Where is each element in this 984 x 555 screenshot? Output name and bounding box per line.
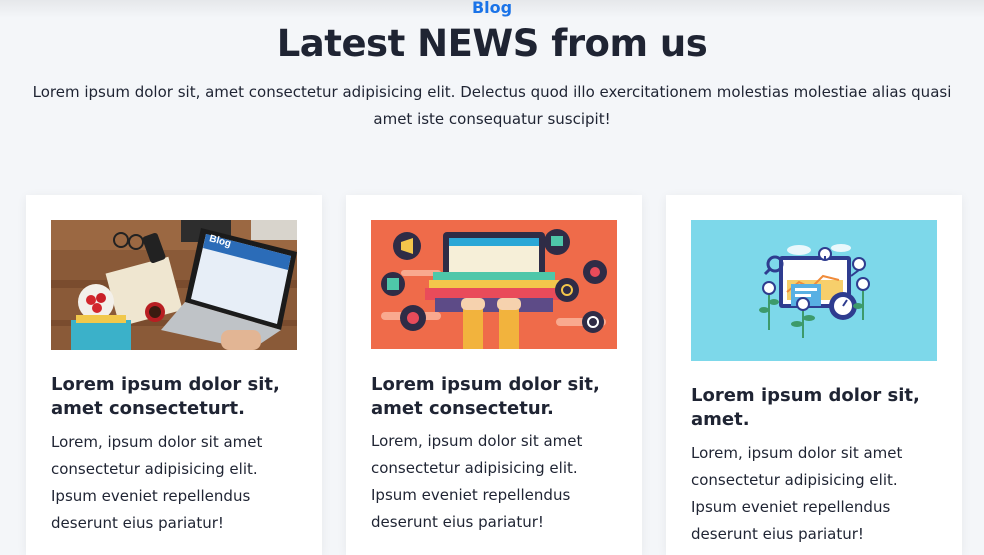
blog-card-1[interactable]: Blog Lorem ipsum dolor sit, amet consect… <box>26 195 322 555</box>
analytics-dashboard-illustration-icon <box>691 220 937 361</box>
section-eyebrow: Blog <box>471 0 513 17</box>
blog-card-3[interactable]: Lorem ipsum dolor sit, amet. Lorem, ipsu… <box>666 195 962 555</box>
blog-card-title-1[interactable]: Lorem ipsum dolor sit, amet consecteturt… <box>51 373 301 421</box>
section-description: Lorem ipsum dolor sit, amet consectetur … <box>32 83 952 128</box>
blog-card-excerpt-1: Lorem, ipsum dolor sit amet consectetur … <box>51 433 263 532</box>
blog-card-title-2[interactable]: Lorem ipsum dolor sit, amet consectetur. <box>371 373 621 421</box>
blog-card-image-2[interactable] <box>371 220 617 349</box>
laptop-media-icons-illustration-icon <box>371 220 617 349</box>
blog-card-excerpt-3: Lorem, ipsum dolor sit amet consectetur … <box>691 444 903 543</box>
blog-card-image-3[interactable] <box>691 220 937 361</box>
blog-card-title-3[interactable]: Lorem ipsum dolor sit, amet. <box>691 384 941 432</box>
laptop-desk-illustration-icon <box>51 220 297 350</box>
blog-card-image-1[interactable]: Blog <box>51 220 297 350</box>
section-title: Latest NEWS from us <box>276 22 708 65</box>
blog-card-2[interactable]: Lorem ipsum dolor sit, amet consectetur.… <box>346 195 642 555</box>
blog-card-excerpt-2: Lorem, ipsum dolor sit amet consectetur … <box>371 432 583 531</box>
